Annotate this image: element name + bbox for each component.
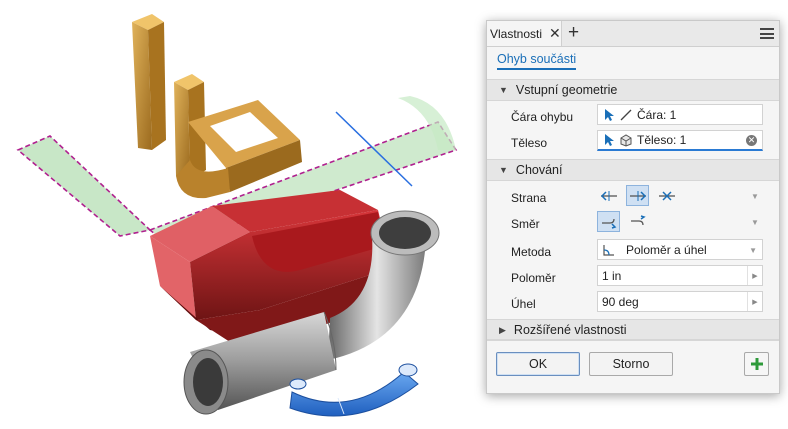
method-select[interactable]: Poloměr a úhel ▼ — [597, 239, 763, 260]
angle-label: Úhel — [511, 297, 536, 311]
add-icon[interactable] — [744, 352, 769, 376]
properties-panel: Vlastnosti ✕ + Ohyb součásti ▼ Vstupní g… — [486, 20, 780, 394]
menu-icon[interactable] — [760, 28, 774, 39]
radius-input[interactable]: 1 in ▶ — [597, 265, 763, 286]
cancel-button[interactable]: Storno — [589, 352, 673, 376]
section-behavior[interactable]: ▼ Chování — [487, 159, 779, 181]
angle-input[interactable]: 90 deg ▶ — [597, 291, 763, 312]
side-option-3-icon[interactable] — [655, 185, 678, 206]
radius-label: Poloměr — [511, 271, 556, 285]
chevron-down-icon: ▼ — [499, 85, 508, 95]
direction-option-2-icon[interactable] — [626, 211, 649, 232]
direction-option-1-icon[interactable] — [597, 211, 620, 232]
method-value: Poloměr a úhel — [626, 242, 707, 257]
side-option-1-icon[interactable] — [597, 185, 620, 206]
side-option-2-icon[interactable] — [626, 185, 649, 206]
bend-line-value: Čára: 1 — [637, 107, 677, 122]
panel-footer: OK Storno — [487, 339, 779, 394]
panel-tab-bar: Vlastnosti ✕ + — [487, 21, 779, 47]
chevron-down-icon: ▼ — [499, 165, 508, 175]
method-label: Metoda — [511, 245, 552, 259]
select-arrow-icon — [605, 134, 614, 146]
radius-menu-icon[interactable]: ▶ — [747, 266, 762, 285]
gold-bracket-part — [132, 14, 302, 199]
direction-dropdown-icon[interactable]: ▼ — [751, 218, 759, 227]
chevron-right-icon: ▶ — [499, 324, 506, 335]
tab-properties-label: Vlastnosti — [490, 26, 543, 41]
section-advanced[interactable]: ▶ Rozšířené vlastnosti — [487, 319, 779, 341]
angle-menu-icon[interactable]: ▶ — [747, 292, 762, 311]
method-icon — [603, 244, 614, 256]
clear-icon[interactable]: ✕ — [746, 135, 757, 146]
tab-part-bend[interactable]: Ohyb součásti — [497, 52, 577, 70]
add-tab-icon[interactable]: + — [568, 22, 579, 44]
angle-value: 90 deg — [602, 294, 639, 309]
section-advanced-title: Rozšířené vlastnosti — [513, 323, 627, 337]
body-icon — [620, 134, 632, 147]
side-dropdown-icon[interactable]: ▼ — [751, 192, 759, 201]
side-label: Strana — [511, 191, 547, 205]
select-arrow-icon — [605, 108, 614, 121]
body-selector[interactable]: Těleso: 1 ✕ — [597, 130, 763, 151]
ok-button[interactable]: OK — [496, 352, 580, 376]
section-input-geometry-title: Vstupní geometrie — [515, 83, 618, 97]
body-label: Těleso — [511, 136, 548, 150]
model-viewport[interactable] — [0, 0, 480, 426]
line-icon — [620, 109, 632, 120]
section-input-geometry[interactable]: ▼ Vstupní geometrie — [487, 79, 779, 101]
section-behavior-title: Chování — [515, 163, 563, 177]
close-icon[interactable]: ✕ — [549, 25, 561, 42]
tab-properties[interactable]: Vlastnosti ✕ — [487, 21, 562, 46]
chevron-down-icon: ▼ — [749, 246, 757, 255]
subtab-row: Ohyb součásti — [487, 47, 779, 73]
radius-value: 1 in — [602, 268, 622, 283]
model-graphics — [16, 14, 458, 417]
body-value: Těleso: 1 — [637, 133, 687, 147]
direction-label: Směr — [511, 217, 540, 231]
bend-line-selector[interactable]: Čára: 1 — [597, 104, 763, 125]
bend-line-label: Čára ohybu — [511, 110, 574, 124]
